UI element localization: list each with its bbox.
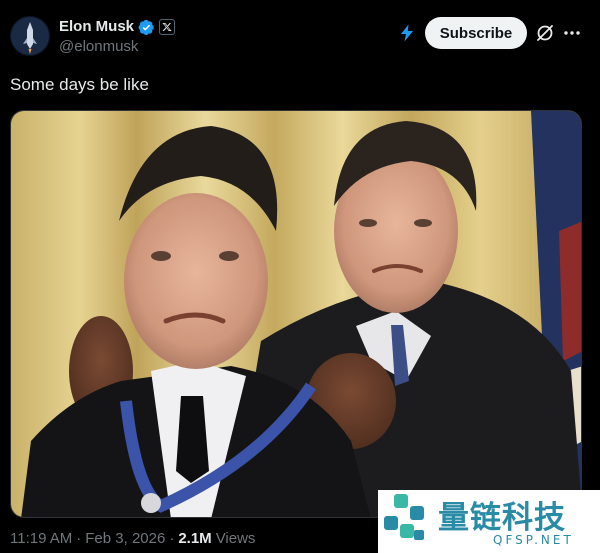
author-avatar[interactable] bbox=[10, 16, 50, 56]
views-label: Views bbox=[215, 530, 256, 547]
meta-separator: · bbox=[76, 530, 82, 547]
author-name-row: Elon Musk bbox=[59, 17, 176, 37]
post-meta: 11:19 AM · Feb 3, 2026 · 2.1M Views bbox=[10, 530, 255, 548]
watermark-logo: 量链科技 QFSP.NET bbox=[378, 490, 600, 553]
subscribe-button[interactable]: Subscribe bbox=[425, 17, 527, 49]
avatar-image bbox=[10, 16, 50, 56]
watermark-text: 量链科技 bbox=[438, 500, 566, 536]
more-dots-icon[interactable] bbox=[562, 24, 582, 42]
post-text: Some days be like bbox=[10, 75, 149, 94]
grok-slash-icon[interactable] bbox=[536, 24, 554, 42]
lightning-bolt-icon[interactable] bbox=[399, 24, 415, 42]
watermark-subtext: QFSP.NET bbox=[493, 533, 574, 547]
meme-photo bbox=[11, 111, 581, 517]
post-media-image[interactable] bbox=[10, 110, 582, 518]
x-logo-icon[interactable] bbox=[159, 19, 176, 35]
post-time[interactable]: 11:19 AM bbox=[10, 530, 72, 548]
views-count: 2.1M bbox=[178, 530, 212, 547]
verified-badge-icon[interactable] bbox=[138, 19, 155, 36]
meta-separator-2: · bbox=[169, 530, 175, 547]
post-card: Elon Musk @elonmusk Subscribe Some days … bbox=[0, 0, 600, 553]
post-date[interactable]: Feb 3, 2026 bbox=[85, 530, 165, 548]
author-display-name[interactable]: Elon Musk bbox=[59, 17, 134, 37]
author-handle[interactable]: @elonmusk bbox=[59, 38, 138, 56]
